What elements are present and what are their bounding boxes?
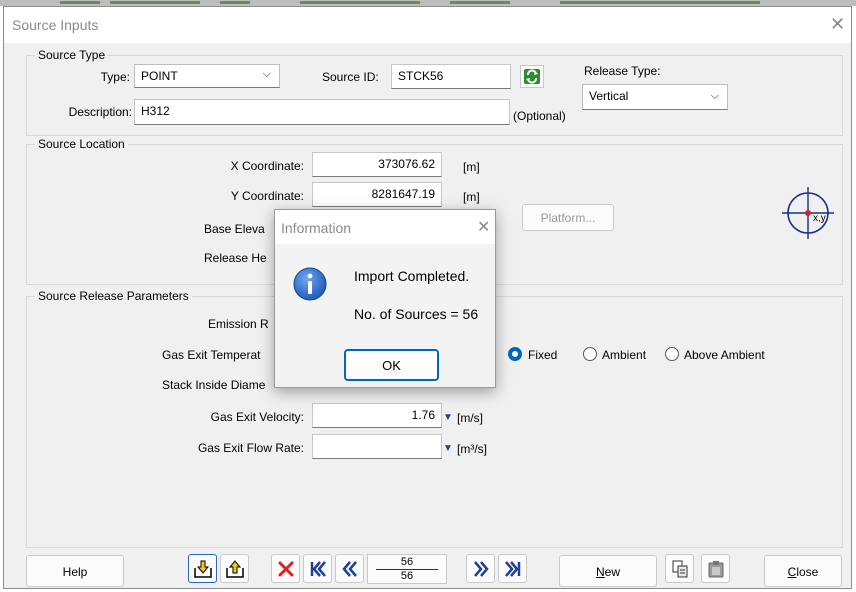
x-coordinate-input[interactable]: 373076.62: [312, 152, 442, 177]
location-crosshair-icon: x,y: [782, 187, 834, 239]
base-elevation-label: Base Eleva: [204, 222, 265, 236]
info-icon: [293, 267, 327, 301]
first-record-button[interactable]: [303, 554, 332, 583]
type-select[interactable]: POINT ⌵: [134, 64, 280, 88]
copy-button[interactable]: [665, 554, 694, 583]
close-button[interactable]: Close: [764, 555, 842, 587]
radio-fixed-label: Fixed: [528, 348, 558, 362]
radio-ambient[interactable]: [583, 347, 597, 361]
y-coordinate-input[interactable]: 8281647.19: [312, 182, 442, 207]
last-record-button[interactable]: [498, 554, 527, 583]
description-label: Description:: [68, 105, 132, 119]
flow-unit: [m³/s]: [457, 442, 487, 456]
chevron-down-icon: ⌵: [262, 68, 271, 80]
refresh-icon: [524, 69, 540, 84]
radio-fixed[interactable]: [508, 347, 522, 361]
previous-record-icon: [342, 561, 357, 577]
source-type-legend: Source Type: [35, 48, 109, 62]
dialog-message-line1: Import Completed.: [354, 268, 470, 284]
gas-exit-temperature-label: Gas Exit Temperat: [162, 348, 261, 362]
refresh-button[interactable]: [520, 65, 544, 88]
dialog-title: Information: [281, 220, 352, 236]
ok-button[interactable]: OK: [344, 349, 439, 381]
next-record-button[interactable]: [466, 554, 495, 583]
close-icon[interactable]: ✕: [830, 14, 845, 35]
current-record: 56: [400, 556, 414, 568]
total-records: 56: [400, 570, 414, 582]
release-parameters-legend: Source Release Parameters: [35, 289, 192, 303]
window-title: Source Inputs: [12, 17, 99, 33]
optional-text: (Optional): [513, 109, 566, 123]
type-label: Type:: [100, 70, 130, 84]
radio-ambient-label: Ambient: [602, 348, 647, 362]
new-button[interactable]: New: [559, 555, 657, 587]
y-unit: [m]: [463, 190, 480, 204]
gas-exit-velocity-input[interactable]: 1.76: [312, 403, 442, 428]
import-button[interactable]: [188, 554, 217, 583]
unit-dropdown-icon[interactable]: ▼: [443, 443, 453, 454]
xy-label: x,y: [813, 213, 826, 224]
last-record-icon: [505, 561, 521, 577]
export-icon: [226, 560, 244, 578]
radio-above-ambient[interactable]: [665, 347, 679, 361]
gas-exit-flow-rate-label: Gas Exit Flow Rate:: [197, 441, 304, 455]
y-coordinate-label: Y Coordinate:: [230, 189, 304, 203]
dialog-close-icon[interactable]: ✕: [477, 217, 490, 237]
chevron-down-icon: ⌵: [710, 90, 719, 102]
source-id-input[interactable]: STCK56: [391, 64, 511, 89]
import-icon: [194, 560, 212, 578]
velocity-unit: [m/s]: [457, 411, 483, 425]
dialog-message-line2: No. of Sources = 56: [354, 306, 479, 322]
unit-dropdown-icon[interactable]: ▼: [443, 412, 453, 423]
release-type-value: Vertical: [589, 89, 629, 103]
help-button[interactable]: Help: [26, 555, 124, 587]
delete-button[interactable]: [271, 554, 300, 583]
title-bar: Source Inputs ✕: [4, 7, 851, 43]
platform-button[interactable]: Platform...: [522, 204, 614, 231]
gas-exit-flow-rate-input[interactable]: [312, 434, 442, 459]
previous-record-button[interactable]: [335, 554, 364, 583]
type-value: POINT: [141, 69, 178, 83]
description-input[interactable]: H312: [134, 99, 510, 125]
emission-rate-label: Emission R: [208, 317, 269, 331]
stack-inside-diameter-label: Stack Inside Diame: [162, 378, 266, 392]
release-type-label: Release Type:: [584, 64, 661, 78]
next-record-icon: [474, 561, 489, 577]
source-id-label: Source ID:: [322, 70, 379, 84]
paste-icon: [708, 561, 724, 578]
x-unit: [m]: [463, 160, 480, 174]
x-coordinate-label: X Coordinate:: [230, 159, 304, 173]
paste-button[interactable]: [701, 554, 730, 583]
source-location-legend: Source Location: [35, 137, 128, 151]
export-button[interactable]: [220, 554, 249, 583]
radio-above-ambient-label: Above Ambient: [684, 348, 765, 362]
release-height-label: Release He: [204, 251, 267, 265]
dialog-title-bar: Information ✕: [275, 210, 495, 244]
delete-icon: [278, 561, 294, 577]
release-type-select[interactable]: Vertical ⌵: [582, 84, 728, 110]
record-counter: 56 56: [367, 554, 447, 584]
copy-icon: [672, 560, 688, 578]
information-dialog: Information ✕ Import Completed. No. of S…: [274, 209, 496, 388]
gas-exit-velocity-label: Gas Exit Velocity:: [210, 410, 304, 424]
first-record-icon: [310, 561, 326, 577]
